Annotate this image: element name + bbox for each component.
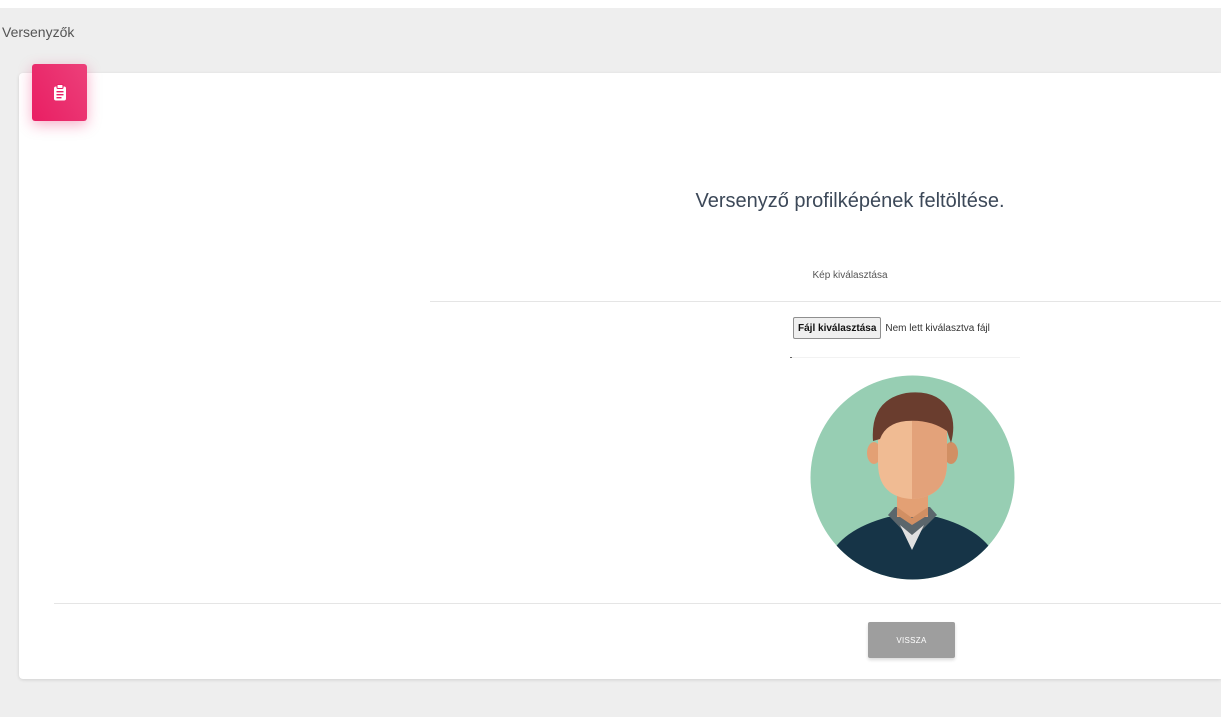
upload-card xyxy=(19,73,1221,679)
image-select-label: Kép kiválasztása xyxy=(812,270,888,281)
footer-divider xyxy=(54,603,1221,604)
divider xyxy=(430,301,1221,302)
page-title: Versenyzők xyxy=(2,24,75,40)
profile-avatar-image xyxy=(810,375,1015,580)
image-preview-placeholder xyxy=(790,357,1020,358)
clipboard-icon xyxy=(53,84,66,101)
card-header-badge xyxy=(32,64,87,121)
file-status-text: Nem lett kiválasztva fájl xyxy=(885,322,990,334)
back-button[interactable]: VISSZA xyxy=(868,622,955,658)
file-input[interactable]: Fájl kiválasztása Nem lett kiválasztva f… xyxy=(793,317,990,339)
upload-heading: Versenyző profilképének feltöltése. xyxy=(695,190,1005,212)
choose-file-button[interactable]: Fájl kiválasztása xyxy=(793,317,882,339)
